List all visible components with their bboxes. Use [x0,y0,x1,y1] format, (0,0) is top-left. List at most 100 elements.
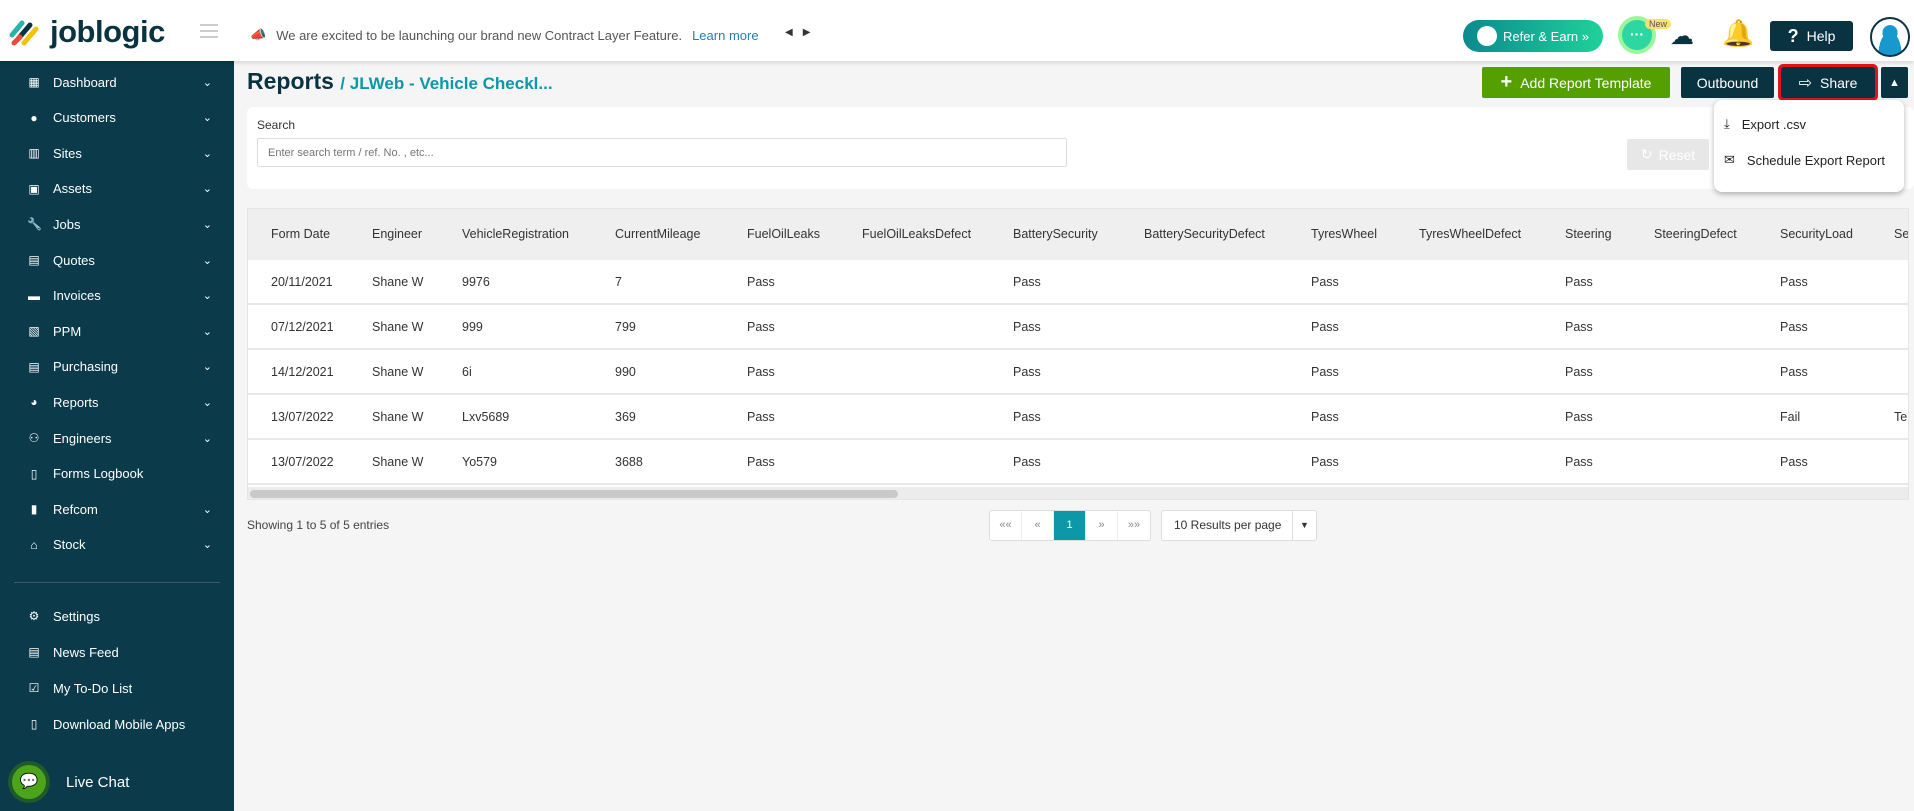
scrollbar-thumb[interactable] [250,490,898,498]
horizontal-scrollbar[interactable] [248,487,1908,499]
sidebar-item-sites[interactable]: ▥ Sites ⌄ [0,136,234,170]
table-cell: Pass [1780,320,1808,334]
pagination: «« «1»»» [989,510,1151,541]
first-page-button[interactable]: «« [990,511,1022,540]
cloud-sync-icon[interactable]: ☁ [1670,22,1694,51]
column-header[interactable]: BatterySecurityDefect [1144,227,1265,241]
column-header[interactable]: Engineer [372,227,422,241]
column-header[interactable]: CurrentMileage [615,227,700,241]
column-header[interactable]: Steering [1565,227,1612,241]
next-page-button[interactable]: » [1086,511,1118,540]
sidebar-item-refcom[interactable]: ▮ Refcom ⌄ [0,492,234,526]
sidebar-item-customers[interactable]: ● Customers ⌄ [0,101,234,135]
add-report-template-button[interactable]: + Add Report Template [1482,67,1670,98]
column-header[interactable]: SteeringDefect [1654,227,1737,241]
learn-more-link[interactable]: Learn more [692,28,758,43]
sidebar-item-engineers[interactable]: ⚇ Engineers ⌄ [0,421,234,455]
table-cell: 3688 [615,455,643,469]
column-header[interactable]: TyresWheelDefect [1419,227,1521,241]
table-cell: Pass [1565,455,1593,469]
joblogic-logo[interactable]: joblogic [8,14,165,50]
column-header[interactable]: BatterySecurity [1013,227,1098,241]
table-cell: 999 [462,320,483,334]
column-header[interactable]: SecurityLoad [1780,227,1853,241]
page-1-button[interactable]: 1 [1054,511,1086,540]
column-header[interactable]: TyresWheel [1311,227,1377,241]
table-row[interactable]: 13/07/2022 Shane W Lxv5689 369 Pass Pass Pass P… [248,395,1908,440]
book-icon: ▯ [30,466,38,481]
help-button[interactable]: ? Help [1770,21,1853,51]
refer-earn-button[interactable]: Refer & Earn » [1463,20,1603,52]
live-chat-button[interactable]: 💬 Live Chat [12,765,129,799]
results-per-page-select[interactable]: 10 Results per page ▼ [1161,510,1317,541]
prev-page-button[interactable]: « [1022,511,1054,540]
chevron-down-icon: ⌄ [202,112,212,125]
table-cell: Shane W [372,365,424,379]
table-cell: Pass [1780,455,1808,469]
table-cell: Pass [747,320,775,334]
column-header[interactable]: Se [1894,227,1908,241]
refresh-icon: ↻ [1640,146,1653,162]
sidebar-item-forms-logbook[interactable]: ▯ Forms Logbook [0,457,234,491]
table-cell: Pass [1565,320,1593,334]
table-cell: 20/11/2021 [271,275,333,289]
sidebar-item-settings[interactable]: ⚙ Settings [0,599,234,633]
table-cell: Shane W [372,455,424,469]
prev-icon[interactable]: ◀ [785,27,803,38]
chevron-down-icon: ⌄ [202,183,212,196]
column-header[interactable]: Form Date [271,227,330,241]
chevron-down-icon: ⌄ [202,503,212,516]
sidebar-item-jobs[interactable]: 🔧 Jobs ⌄ [0,207,234,241]
last-page-button[interactable]: »» [1118,511,1150,540]
table-cell: Fail [1780,410,1801,424]
reset-button[interactable]: ↻ Reset [1627,139,1709,170]
table-cell: Pass [1780,275,1808,289]
announcement-nav[interactable]: ◀▶ [785,27,820,38]
chevron-up-icon[interactable]: ▲ [1881,67,1908,98]
table-cell: Pass [1013,455,1041,469]
table-row[interactable]: 20/11/2021 Shane W 9976 7 Pass Pass Pass Pass Pa… [248,260,1908,305]
search-input[interactable] [257,138,1067,167]
sidebar-item-dashboard[interactable]: ▦ Dashboard ⌄ [0,65,234,99]
sidebar-item-invoices[interactable]: ▬ Invoices ⌄ [0,279,234,313]
bell-icon[interactable]: 🔔 [1722,18,1754,49]
chat-icon: 💬 [12,765,46,799]
table-cell: 13/07/2022 [271,410,334,424]
sidebar-item-news-feed[interactable]: ▤ News Feed [0,635,234,669]
dashboard-icon: ▦ [28,75,40,89]
table-row[interactable]: 13/07/2022 Shane W Yo579 3688 Pass Pass Pass Pa… [248,440,1908,485]
sidebar-item-reports[interactable]: ◕ Reports ⌄ [0,385,234,419]
table-cell: Pass [1565,275,1593,289]
outbound-button[interactable]: Outbound [1681,67,1774,98]
breadcrumb[interactable]: / JLWeb - Vehicle Checkl... [340,74,552,93]
column-header[interactable]: FuelOilLeaksDefect [862,227,971,241]
table-cell: 6i [462,365,472,379]
sidebar-item-quotes[interactable]: ▤ Quotes ⌄ [0,243,234,277]
table-cell: Pass [1780,365,1808,379]
building-icon: ▥ [28,146,40,161]
export-csv-item[interactable]: ⤓ Export .csv [1724,116,1806,132]
sidebar-item-stock[interactable]: ⌂ Stock ⌄ [0,528,234,562]
sidebar-item-purchasing[interactable]: ▤ Purchasing ⌄ [0,350,234,384]
column-header[interactable]: FuelOilLeaks [747,227,820,241]
schedule-export-item[interactable]: ✉ Schedule Export Report [1724,152,1885,168]
sidebar-item-download-mobile-apps[interactable]: ▯ Download Mobile Apps [0,707,234,741]
search-label: Search [257,118,296,132]
table-cell: 990 [615,365,636,379]
sidebar-item-ppm[interactable]: ▧ PPM ⌄ [0,314,234,348]
search-panel: Search ↻Reset [247,107,1914,189]
next-icon[interactable]: ▶ [803,27,821,38]
table-cell: Pass [1565,365,1593,379]
sidebar-item-my-to-do-list[interactable]: ☑ My To-Do List [0,671,234,705]
share-dropdown-menu: ⤓ Export .csv ✉ Schedule Export Report [1714,100,1904,192]
table-cell: Pass [1013,320,1041,334]
table-cell: Yo579 [462,455,497,469]
table-row[interactable]: 07/12/2021 Shane W 999 799 Pass Pass Pass Pass P… [248,305,1908,350]
table-cell: Pass [1013,275,1041,289]
table-row[interactable]: 14/12/2021 Shane W 6i 990 Pass Pass Pass Pass Pa… [248,350,1908,395]
sidebar-item-assets[interactable]: ▣ Assets ⌄ [0,172,234,206]
column-header[interactable]: VehicleRegistration [462,227,569,241]
menu-toggle-icon[interactable] [200,24,218,38]
share-button[interactable]: ⇨ Share [1778,64,1878,101]
avatar[interactable] [1870,17,1910,57]
